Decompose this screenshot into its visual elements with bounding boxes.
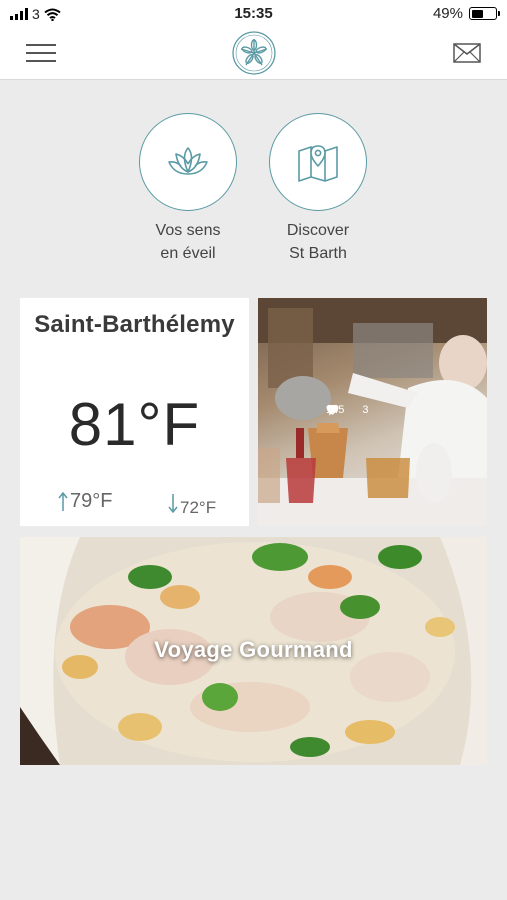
status-right: 49% [432,5,500,22]
sand-dollar-logo-icon[interactable] [231,30,277,76]
battery-percent: 49% [432,5,463,22]
category-discover-label: Discover St Barth [286,222,350,262]
weather-low-value: 72°F [180,498,217,516]
comments-count: 3 [362,404,369,416]
comment-icon [327,405,338,416]
status-bar: 3 15:35 49% [0,0,507,28]
map-pin-icon [298,145,338,182]
arrow-down-icon [168,494,178,513]
weather-temperature: 81°F [68,391,201,458]
bartender-photo-card[interactable]: 145 3 [258,298,487,526]
food-card-title: Voyage Gourmand [154,637,353,662]
battery-icon [469,7,500,20]
category-senses-label: Vos sens en éveil [155,222,221,262]
weather-location: Saint-Barthélemy [34,311,235,338]
weather-high: 79°F [58,490,112,513]
category-discover-circle[interactable] [269,113,367,211]
weather-low: 72°F [168,490,216,516]
voyage-gourmand-card[interactable]: Voyage Gourmand [20,537,487,765]
arrow-up-icon [58,491,68,511]
lotus-icon [168,147,208,175]
hamburger-icon[interactable] [26,42,56,64]
weather-high-value: 79°F [70,490,113,512]
category-senses[interactable]: Vos sens en éveil [123,113,253,265]
comments-stat[interactable]: 3 [327,404,369,416]
weather-card[interactable]: Saint-Barthélemy 81°F 79°F 72°F [20,298,249,526]
top-nav-bar [0,28,507,80]
envelope-icon[interactable] [453,43,481,63]
category-senses-circle[interactable] [139,113,237,211]
status-time: 15:35 [234,5,273,22]
bartender-image [258,298,487,526]
photo-stats: 145 3 [326,404,368,416]
category-discover[interactable]: Discover St Barth [253,113,383,265]
battery-fill [471,9,483,18]
